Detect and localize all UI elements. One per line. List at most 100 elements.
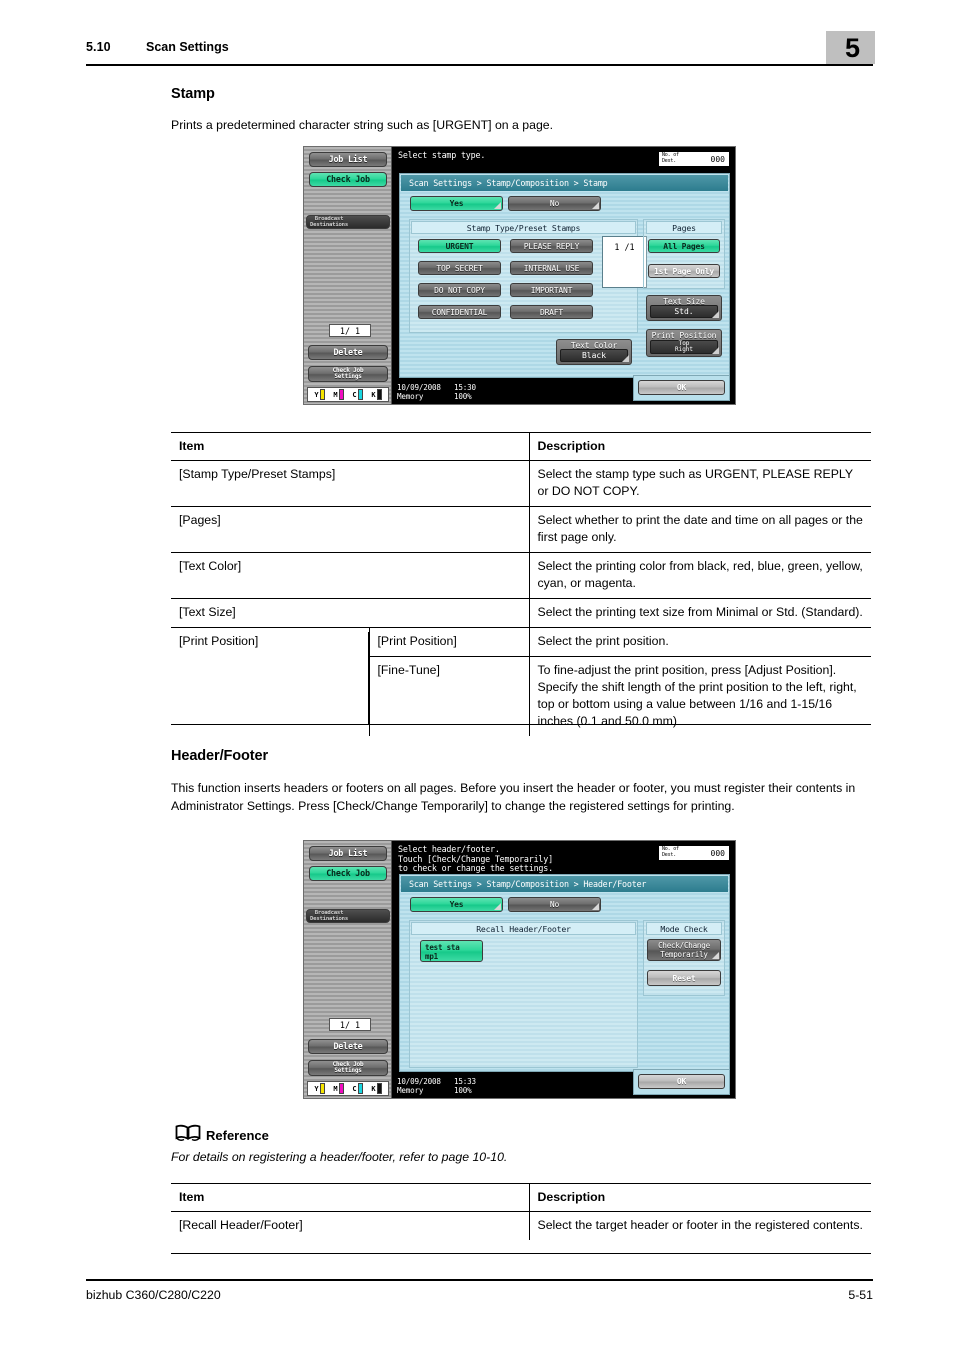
toner-c: C <box>352 389 363 400</box>
toner-y: Y <box>314 389 325 400</box>
table-col-description: Description <box>528 1183 871 1212</box>
print-position-value: Top Right <box>650 340 718 354</box>
mode-check-group-title: Mode Check <box>646 922 722 935</box>
ok-button[interactable]: OK <box>638 380 725 395</box>
text-color-value: Black <box>560 349 628 362</box>
row-description: Select the stamp type such as URGENT, PL… <box>528 460 871 507</box>
breadcrumb: Scan Settings > Stamp/Composition > Head… <box>401 876 728 892</box>
toner-level-indicator: Y M C K <box>307 1081 389 1096</box>
pages-option-all-pages[interactable]: All Pages <box>648 239 720 253</box>
status-time: 15:30 <box>454 383 476 392</box>
text-color-button[interactable]: Text Color Black <box>556 339 632 365</box>
delete-button[interactable]: Delete <box>308 345 388 360</box>
screen-message: Select header/footer. Touch [Check/Chang… <box>398 844 553 874</box>
stamp-option-internal-use[interactable]: INTERNAL USE <box>510 261 593 275</box>
toner-m: M <box>333 1083 344 1094</box>
print-position-button[interactable]: Print Position Top Right <box>646 329 722 357</box>
text-size-button[interactable]: Text Size Std. <box>646 295 722 321</box>
row-item: [Stamp Type/Preset Stamps] <box>171 460 529 507</box>
reference-text: For details on registering a header/foot… <box>171 1150 508 1164</box>
destination-count-value: 000 <box>710 849 725 858</box>
header-section-number: 5.10 <box>86 40 111 54</box>
header-rule <box>86 64 873 66</box>
rail-page-counter: 1/ 1 <box>329 324 371 337</box>
status-memory-label: Memory <box>397 1086 424 1095</box>
row-description: Select the printing text size from Minim… <box>528 598 871 628</box>
footer-model-name: bizhub C360/C280/C220 <box>86 1288 221 1302</box>
stamp-option-urgent[interactable]: URGENT <box>418 239 501 253</box>
device-left-rail: Job List Check Job Broadcast Destination… <box>304 147 392 404</box>
stamp-option-please-reply[interactable]: PLEASE REPLY <box>510 239 593 253</box>
rail-page-counter: 1/ 1 <box>329 1018 371 1031</box>
reset-button[interactable]: Reset <box>647 970 721 986</box>
footer-page-number: 5-51 <box>848 1288 873 1302</box>
delete-button[interactable]: Delete <box>308 1039 388 1054</box>
job-list-button[interactable]: Job List <box>309 846 387 861</box>
stamp-option-confidential[interactable]: CONFIDENTIAL <box>418 305 501 319</box>
header-footer-table-bottom-rule <box>171 1253 871 1254</box>
chapter-number: 5 <box>845 33 861 63</box>
screen-message: Select stamp type. <box>398 150 486 160</box>
page-title-header-footer: Header/Footer <box>171 748 268 764</box>
table-header-row: Item Description <box>171 1183 871 1212</box>
check-change-temporarily-button[interactable]: Check/Change Temporarily <box>647 939 721 961</box>
pages-option-first-page-only[interactable]: 1st Page Only <box>648 264 720 278</box>
table-bottom-rule <box>171 724 871 725</box>
job-list-button[interactable]: Job List <box>309 152 387 167</box>
destination-count-box: No. of Dest. 000 <box>658 151 730 167</box>
stamp-option-top-secret[interactable]: TOP SECRET <box>418 261 501 275</box>
status-time: 15:33 <box>454 1077 476 1086</box>
check-job-settings-button[interactable]: Check Job Settings <box>308 366 388 382</box>
reference-title: Reference <box>206 1128 269 1143</box>
book-icon <box>175 1124 201 1149</box>
row-item: [Text Color] <box>171 552 529 599</box>
device-screen-area: Select stamp type. No. of Dest. 000 Scan… <box>392 147 735 404</box>
toner-k: K <box>371 389 382 400</box>
yes-toggle-button[interactable]: Yes <box>410 196 503 211</box>
table-col-description: Description <box>528 432 871 461</box>
row-item: [Print Position] <box>171 627 369 736</box>
toner-k: K <box>371 1083 382 1094</box>
toner-level-indicator: Y M C K <box>307 387 389 402</box>
stamp-option-do-not-copy[interactable]: DO NOT COPY <box>418 283 501 297</box>
broadcast-destinations-button[interactable]: Broadcast Destinations <box>306 215 390 229</box>
yes-toggle-button[interactable]: Yes <box>410 897 503 912</box>
destination-count-value: 000 <box>710 155 725 164</box>
stamp-option-important[interactable]: IMPORTANT <box>510 283 593 297</box>
stamp-main-panel: Scan Settings > Stamp/Composition > Stam… <box>399 173 730 378</box>
check-job-button[interactable]: Check Job <box>309 866 387 881</box>
page-title-stamp: Stamp <box>171 86 215 102</box>
row-item: [Pages] <box>171 506 529 553</box>
table-row: [Print Position] [Print Position] Select… <box>171 627 871 736</box>
footer-rule <box>86 1279 873 1281</box>
table-subcolumn-divider <box>368 632 369 725</box>
no-toggle-button[interactable]: No <box>508 196 601 211</box>
stamp-device-screenshot: Job List Check Job Broadcast Destination… <box>303 146 736 405</box>
table-col-item: Item <box>171 1183 529 1212</box>
toner-c: C <box>352 1083 363 1094</box>
row-item: [Recall Header/Footer] <box>171 1211 529 1240</box>
status-memory-label: Memory <box>397 392 424 401</box>
no-toggle-button[interactable]: No <box>508 897 601 912</box>
table-row: [Stamp Type/Preset Stamps] Select the st… <box>171 460 871 507</box>
header-footer-main-panel: Scan Settings > Stamp/Composition > Head… <box>399 874 730 1072</box>
stamp-settings-table: Item Description [Stamp Type/Preset Stam… <box>171 432 871 736</box>
pages-group-title: Pages <box>646 221 722 234</box>
status-date: 10/09/2008 <box>397 383 441 392</box>
broadcast-destinations-button[interactable]: Broadcast Destinations <box>306 909 390 923</box>
table-row: [Text Color] Select the printing color f… <box>171 552 871 599</box>
status-memory-value: 100% <box>454 1086 472 1095</box>
text-size-value: Std. <box>650 305 718 318</box>
ok-button[interactable]: OK <box>638 1074 725 1089</box>
page-header: 5.10 Scan Settings 5 <box>0 0 954 72</box>
destination-count-box: No. of Dest. 000 <box>658 845 730 861</box>
row-description: Select the print position. <box>528 627 871 657</box>
stamp-option-draft[interactable]: DRAFT <box>510 305 593 319</box>
table-col-item: Item <box>171 432 529 461</box>
toner-y: Y <box>314 1083 325 1094</box>
recall-item-test-stamp1[interactable]: test sta mp1 <box>420 940 483 962</box>
check-job-settings-button[interactable]: Check Job Settings <box>308 1060 388 1076</box>
check-job-button[interactable]: Check Job <box>309 172 387 187</box>
device-left-rail: Job List Check Job Broadcast Destination… <box>304 841 392 1098</box>
row-description: Select whether to print the date and tim… <box>528 506 871 553</box>
